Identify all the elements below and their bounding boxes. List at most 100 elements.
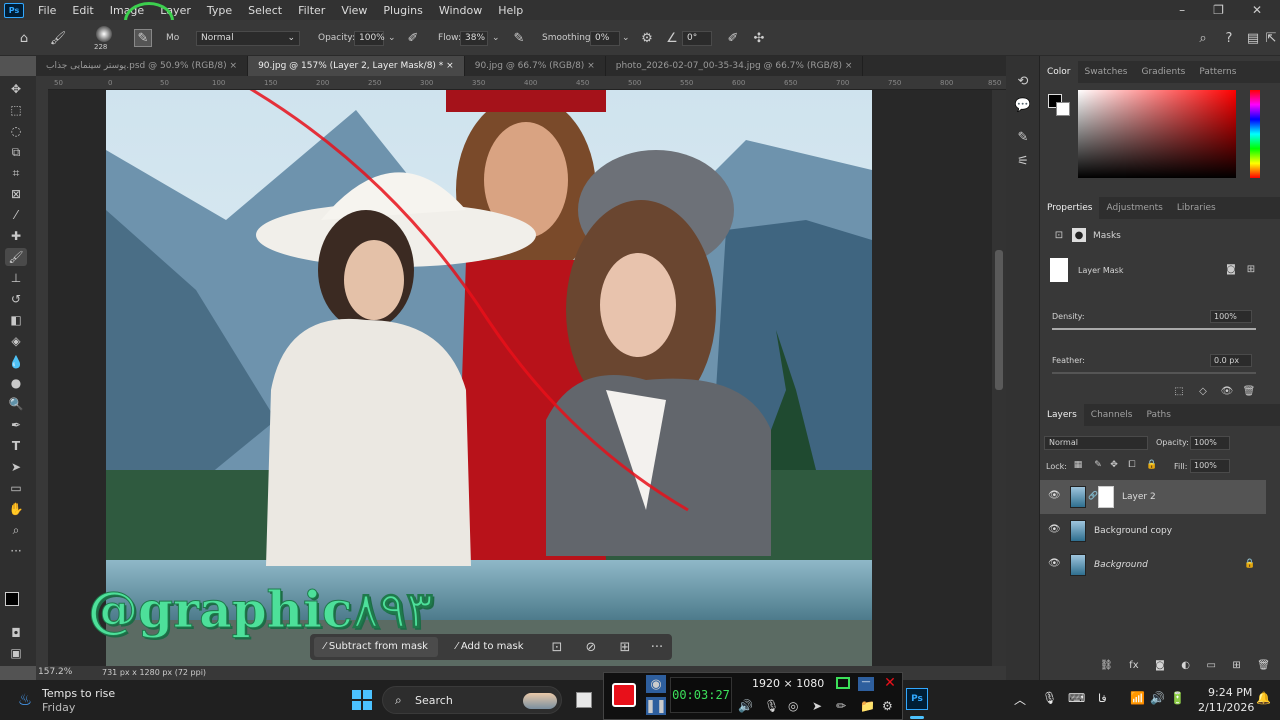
tab-properties[interactable]: Properties: [1040, 197, 1100, 219]
volume-icon[interactable]: 🔊: [1150, 691, 1165, 705]
gear-icon[interactable]: ⚙: [882, 699, 893, 713]
tab-layers[interactable]: Layers: [1040, 404, 1084, 426]
feather-field[interactable]: 0.0 px: [1210, 354, 1252, 367]
close-icon[interactable]: ×: [230, 61, 238, 71]
windows-start-icon[interactable]: [352, 690, 372, 710]
microphone-icon[interactable]: 🎙: [1042, 691, 1057, 705]
blend-mode-select[interactable]: Normal: [1044, 436, 1148, 450]
photoshop-logo-icon[interactable]: Ps: [4, 2, 24, 18]
language-indicator[interactable]: فا: [1098, 692, 1107, 705]
more-tools-icon[interactable]: ···: [5, 542, 27, 560]
microphone-icon[interactable]: 🎙: [764, 699, 779, 713]
menu-type[interactable]: Type: [199, 4, 240, 17]
pixel-mask-icon[interactable]: ⊡: [1052, 228, 1066, 242]
gear-icon[interactable]: ⚙: [638, 29, 656, 47]
blur-tool-icon[interactable]: 💧: [5, 353, 27, 371]
zoom-tool-icon[interactable]: ⌕: [5, 521, 27, 539]
notification-icon[interactable]: 🔔: [1256, 691, 1271, 705]
new-layer-icon[interactable]: ⊞: [1232, 660, 1240, 671]
scroll-thumb[interactable]: [995, 250, 1003, 390]
foreground-color-swatch[interactable]: [5, 592, 19, 606]
type-tool-icon[interactable]: T: [5, 437, 27, 455]
more-options-icon[interactable]: ···: [648, 638, 666, 656]
marquee-tool-icon[interactable]: ⬚: [5, 101, 27, 119]
angle-field[interactable]: 0°: [682, 31, 712, 46]
smoothing-field[interactable]: 0%: [590, 31, 620, 46]
history-icon[interactable]: ⟲: [1014, 72, 1032, 90]
background-color-swatch[interactable]: [1056, 102, 1070, 116]
hue-slider[interactable]: [1250, 90, 1260, 178]
color-field[interactable]: [1078, 90, 1236, 178]
add-to-mask-button[interactable]: ⁄ Add to mask: [446, 637, 534, 657]
tab-color[interactable]: Color: [1040, 61, 1078, 83]
workspace-icon[interactable]: ▤: [1244, 29, 1262, 47]
vector-mask-icon[interactable]: ●: [1072, 228, 1086, 242]
layer-row[interactable]: 👁 Background copy: [1040, 514, 1266, 548]
apply-mask-icon[interactable]: ◇: [1196, 384, 1210, 398]
weather-title[interactable]: Temps to rise: [42, 687, 115, 700]
layer-row[interactable]: 👁 🔗 Layer 2: [1040, 480, 1266, 514]
eye-icon[interactable]: 👁: [1048, 524, 1061, 535]
lasso-tool-icon[interactable]: ◌: [5, 122, 27, 140]
home-icon[interactable]: ⌂: [14, 29, 34, 47]
lock-all-icon[interactable]: 🔒: [1146, 458, 1158, 472]
menu-filter[interactable]: Filter: [290, 4, 333, 17]
add-vector-mask-icon[interactable]: ⊞: [1244, 262, 1258, 276]
layer-opacity-field[interactable]: 100%: [1190, 436, 1230, 450]
battery-icon[interactable]: 🔋: [1170, 691, 1185, 705]
chevron-down-icon[interactable]: ⌄: [622, 33, 630, 43]
folder-icon[interactable]: 📁: [860, 699, 875, 713]
subtract-from-mask-button[interactable]: ⁄ Subtract from mask: [314, 637, 438, 657]
opacity-field[interactable]: 100%: [354, 31, 385, 46]
mask-thumbnail[interactable]: [1050, 258, 1068, 282]
dodge-tool-icon[interactable]: 🔍: [5, 395, 27, 413]
brush-tool-icon[interactable]: 🖌: [48, 29, 68, 47]
menu-window[interactable]: Window: [431, 4, 490, 17]
minimize-recorder-icon[interactable]: —: [858, 677, 874, 691]
lock-transparency-icon[interactable]: ▦: [1072, 458, 1084, 472]
rectangle-tool-icon[interactable]: ▭: [5, 479, 27, 497]
speaker-icon[interactable]: 🔊: [738, 699, 753, 713]
close-icon[interactable]: ×: [446, 61, 454, 71]
doc-tab-active[interactable]: 90.jpg @ 157% (Layer 2, Layer Mask/8) * …: [248, 56, 465, 76]
trash-icon[interactable]: 🗑: [1257, 660, 1270, 671]
close-icon[interactable]: ×: [587, 61, 595, 71]
webcam-icon[interactable]: ◎: [788, 699, 798, 713]
layer-fill-field[interactable]: 100%: [1190, 459, 1230, 473]
draw-icon[interactable]: ✏: [836, 699, 846, 713]
zoom-level[interactable]: 157.2%: [38, 667, 72, 677]
invert-mask-icon[interactable]: ⊞: [616, 638, 634, 656]
eye-icon[interactable]: 👁: [1048, 558, 1061, 569]
link-layers-icon[interactable]: ⛓: [1100, 660, 1113, 671]
close-button[interactable]: ✕: [1252, 3, 1262, 17]
eye-icon[interactable]: 👁: [1048, 490, 1061, 501]
healing-brush-icon[interactable]: ✚: [5, 227, 27, 245]
eyedropper-icon[interactable]: ⁄: [5, 206, 27, 224]
density-field[interactable]: 100%: [1210, 310, 1252, 323]
photoshop-taskbar-icon[interactable]: Ps: [906, 688, 928, 710]
clock-date[interactable]: 2/11/2026: [1198, 701, 1254, 714]
brush-settings-icon[interactable]: ✎: [1014, 128, 1032, 146]
chevron-down-icon[interactable]: ⌄: [388, 33, 396, 43]
menu-edit[interactable]: Edit: [64, 4, 101, 17]
record-stop-button[interactable]: [612, 683, 636, 707]
airbrush-icon[interactable]: ✎: [510, 29, 528, 47]
wifi-icon[interactable]: 📶: [1130, 691, 1145, 705]
add-mask-icon[interactable]: ◙: [1155, 660, 1165, 671]
feather-slider[interactable]: [1052, 372, 1256, 374]
vertical-scrollbar[interactable]: [992, 90, 1006, 666]
minimize-button[interactable]: –: [1179, 3, 1185, 17]
tab-libraries[interactable]: Libraries: [1170, 197, 1223, 219]
close-recorder-icon[interactable]: ✕: [882, 675, 898, 691]
doc-tab[interactable]: 90.jpg @ 66.7% (RGB/8) ×: [465, 56, 606, 76]
menu-select[interactable]: Select: [240, 4, 290, 17]
layer-mask-thumbnail[interactable]: [1098, 486, 1114, 508]
move-tool-icon[interactable]: ✥: [5, 80, 27, 98]
link-icon[interactable]: 🔗: [1088, 491, 1098, 500]
lock-artboard-icon[interactable]: ⧠: [1126, 458, 1138, 472]
doc-tab[interactable]: پوستر سینمایی جذاب.psd @ 50.9% (RGB/8) ×: [36, 56, 249, 76]
fx-icon[interactable]: fx: [1129, 660, 1138, 671]
eye-icon[interactable]: 👁: [1220, 384, 1234, 398]
dodge-tool-icon[interactable]: ●: [5, 374, 27, 392]
adjustments-icon[interactable]: ⚟: [1014, 152, 1032, 170]
